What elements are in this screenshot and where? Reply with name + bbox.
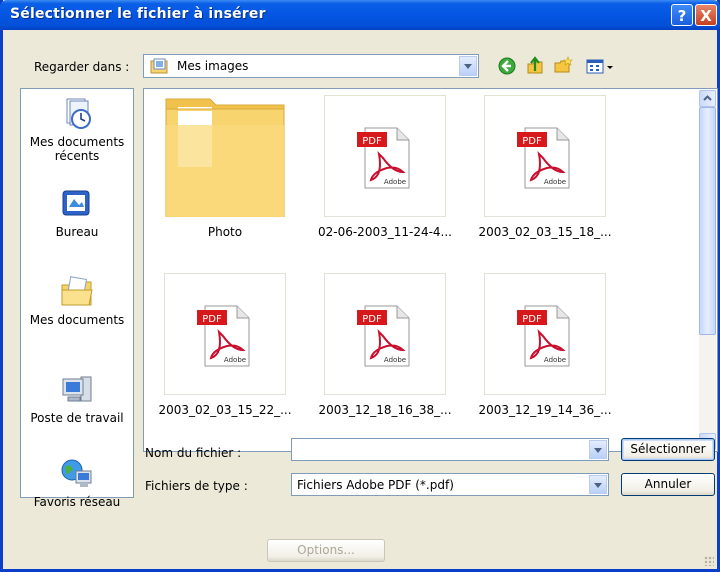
pdf-file-icon: PDF Adobe <box>197 305 250 367</box>
place-label: Mes documents récents <box>29 135 125 163</box>
pdf-thumbnail: PDF Adobe <box>324 95 446 217</box>
pdf-file-icon: PDF Adobe <box>517 127 570 189</box>
look-in-label: Regarder dans : <box>34 60 130 74</box>
pdf-brand-text: Adobe <box>384 178 406 186</box>
select-button[interactable]: Sélectionner <box>621 438 715 461</box>
place-desktop[interactable]: Bureau <box>21 187 133 239</box>
network-places-icon <box>61 459 92 487</box>
pdf-brand-text: Adobe <box>384 356 406 364</box>
desktop-icon <box>62 190 90 216</box>
pdf-brand-text: Adobe <box>544 356 566 364</box>
filename-combo[interactable] <box>291 438 609 461</box>
pdf-thumbnail: PDF Adobe <box>484 273 606 395</box>
close-button[interactable]: X <box>695 4 717 26</box>
pdf-thumbnail: PDF Adobe <box>164 273 286 395</box>
my-computer-icon <box>62 376 92 402</box>
place-recent-documents[interactable]: Mes documents récents <box>21 97 133 163</box>
place-label: Bureau <box>55 225 99 239</box>
folder-icon <box>165 98 285 218</box>
filetype-combo[interactable]: Fichiers Adobe PDF (*.pdf) <box>291 473 609 496</box>
window-title: Sélectionner le fichier à insérer <box>10 6 266 22</box>
vertical-scrollbar[interactable] <box>699 90 716 450</box>
resize-grip[interactable] <box>704 556 714 566</box>
folder-thumbnail <box>164 95 286 218</box>
filetype-value: Fichiers Adobe PDF (*.pdf) <box>297 478 454 492</box>
place-label: Favoris réseau <box>33 495 121 509</box>
place-label: Poste de travail <box>30 411 124 425</box>
back-icon[interactable] <box>497 56 517 76</box>
up-folder-icon[interactable] <box>525 56 545 76</box>
my-pictures-icon <box>150 58 168 74</box>
help-button[interactable]: ? <box>671 4 693 26</box>
cancel-button[interactable]: Annuler <box>621 473 715 496</box>
pdf-brand-text: Adobe <box>544 178 566 186</box>
file-name: 2003_12_18_16_38_... <box>318 403 452 417</box>
chevron-down-icon[interactable] <box>589 475 607 494</box>
my-documents-icon <box>61 276 93 306</box>
places-bar: Mes documents récents Bureau Mes documen… <box>20 88 134 509</box>
pdf-file-icon: PDF Adobe <box>357 305 410 367</box>
look-in-combo[interactable]: Mes images <box>143 54 479 78</box>
place-my-documents[interactable]: Mes documents <box>21 275 133 327</box>
pdf-badge-text: PDF <box>362 314 382 325</box>
scroll-up-button[interactable] <box>699 90 716 107</box>
pdf-thumbnail: PDF Adobe <box>324 273 446 395</box>
pdf-badge-text: PDF <box>522 136 542 147</box>
chevron-up-icon <box>703 95 712 101</box>
file-name: Photo <box>207 225 243 239</box>
look-in-value: Mes images <box>177 59 249 73</box>
pdf-badge-text: PDF <box>202 314 222 325</box>
place-my-computer[interactable]: Poste de travail <box>21 373 133 425</box>
file-list[interactable]: Photo PDF Adobe 02-06-2003_11-24-4... PD… <box>143 88 718 452</box>
chevron-down-icon[interactable] <box>589 440 607 459</box>
filetype-label: Fichiers de type : <box>145 479 248 493</box>
file-name: 2003_12_19_14_36_... <box>478 403 612 417</box>
filename-label: Nom du fichier : <box>145 446 242 460</box>
file-name: 02-06-2003_11-24-4... <box>317 225 452 239</box>
title-bar[interactable]: Sélectionner le fichier à insérer ? X <box>0 0 720 30</box>
chevron-down-icon[interactable] <box>459 56 477 76</box>
scroll-thumb[interactable] <box>699 107 716 335</box>
place-label: Mes documents <box>29 313 125 327</box>
file-name: 2003_02_03_15_22_... <box>158 403 292 417</box>
pdf-brand-text: Adobe <box>224 356 246 364</box>
pdf-file-icon: PDF Adobe <box>517 305 570 367</box>
options-button[interactable]: Options... <box>267 539 385 562</box>
view-menu-icon[interactable] <box>585 56 615 76</box>
pdf-badge-text: PDF <box>522 314 542 325</box>
place-network-places[interactable]: Favoris réseau <box>21 457 133 509</box>
pdf-file-icon: PDF Adobe <box>357 127 410 189</box>
file-name: 2003_02_03_15_18_... <box>478 225 612 239</box>
pdf-thumbnail: PDF Adobe <box>484 95 606 217</box>
file-dialog-window: Sélectionner le fichier à insérer ? X Re… <box>0 0 720 572</box>
new-folder-icon[interactable] <box>553 56 573 76</box>
pdf-badge-text: PDF <box>362 136 382 147</box>
recent-documents-icon <box>66 98 91 129</box>
